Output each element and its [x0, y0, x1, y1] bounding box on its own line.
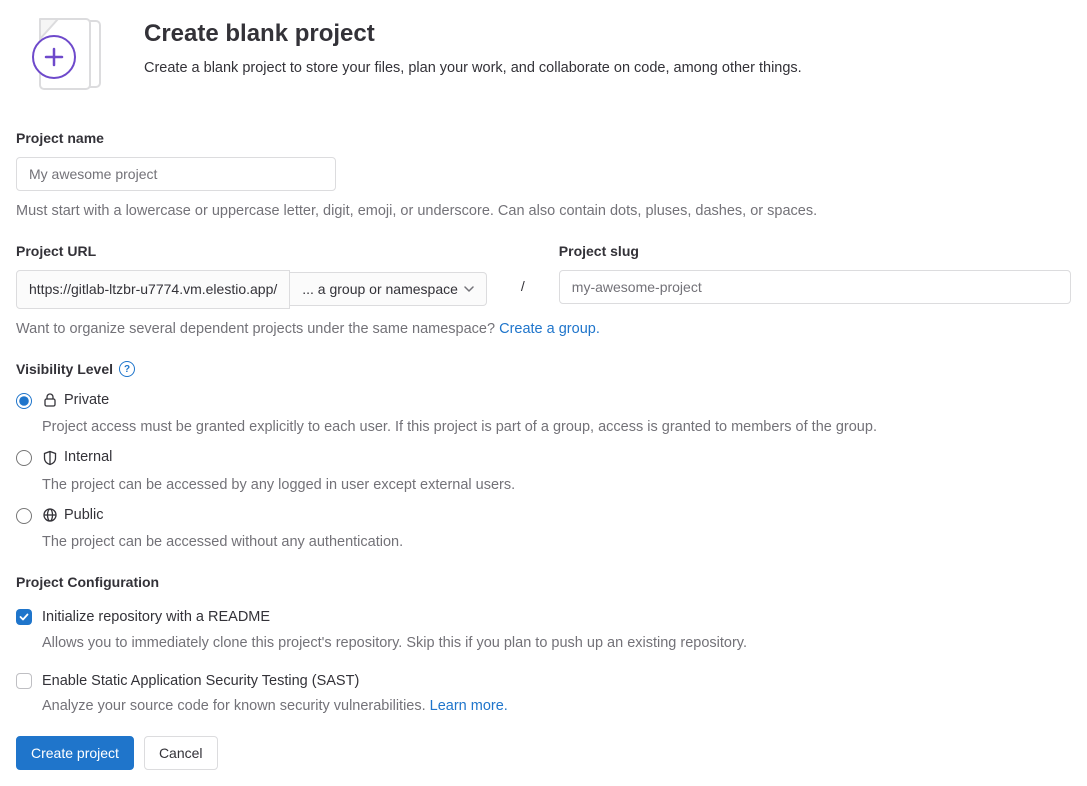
readme-checkbox[interactable]: [16, 609, 32, 625]
page-header: Create blank project Create a blank proj…: [16, 16, 1071, 98]
chevron-down-icon: [464, 284, 474, 294]
visibility-public-label: Public: [64, 505, 104, 527]
visibility-public-desc: The project can be accessed without any …: [42, 532, 1071, 554]
create-group-link[interactable]: Create a group.: [499, 321, 600, 337]
namespace-select[interactable]: ... a group or namespace: [290, 272, 487, 306]
project-slug-input[interactable]: [559, 270, 1071, 304]
url-slash: /: [511, 268, 535, 305]
check-icon: [19, 612, 29, 622]
project-name-hint: Must start with a lowercase or uppercase…: [16, 201, 1071, 223]
visibility-section: Visibility Level ? Private Project acces…: [16, 359, 1071, 555]
visibility-private-radio[interactable]: [16, 393, 32, 409]
visibility-private-desc: Project access must be granted explicitl…: [42, 417, 1071, 439]
readme-label: Initialize repository with a README: [42, 607, 270, 629]
create-project-button[interactable]: Create project: [16, 736, 134, 770]
blank-project-icon: [16, 16, 116, 98]
globe-icon: [42, 507, 58, 523]
project-url-section: Project URL https://gitlab-ltzbr-u7774.v…: [16, 241, 1071, 341]
project-name-section: Project name Must start with a lowercase…: [16, 128, 1071, 223]
project-url-prefix: https://gitlab-ltzbr-u7774.vm.elestio.ap…: [16, 270, 290, 309]
config-section: Project Configuration Initialize reposit…: [16, 572, 1071, 718]
visibility-internal-label: Internal: [64, 447, 112, 469]
config-label: Project Configuration: [16, 572, 1071, 593]
visibility-internal-desc: The project can be accessed by any logge…: [42, 475, 1071, 497]
visibility-internal-radio[interactable]: [16, 450, 32, 466]
help-icon[interactable]: ?: [119, 361, 135, 377]
organize-hint: Want to organize several dependent proje…: [16, 319, 1071, 341]
project-url-label: Project URL: [16, 241, 487, 262]
sast-label: Enable Static Application Security Testi…: [42, 671, 359, 693]
page-title: Create blank project: [144, 16, 802, 52]
namespace-select-label: ... a group or namespace: [302, 281, 458, 297]
sast-learn-more-link[interactable]: Learn more.: [430, 698, 508, 714]
project-slug-label: Project slug: [559, 241, 1071, 262]
page-subtitle: Create a blank project to store your fil…: [144, 58, 802, 80]
visibility-public-radio[interactable]: [16, 508, 32, 524]
visibility-private-label: Private: [64, 390, 109, 412]
readme-desc: Allows you to immediately clone this pro…: [42, 633, 1071, 655]
project-name-input[interactable]: [16, 157, 336, 191]
lock-icon: [42, 392, 58, 408]
sast-desc: Analyze your source code for known secur…: [42, 696, 1071, 718]
shield-icon: [42, 450, 58, 466]
visibility-label: Visibility Level: [16, 359, 113, 380]
action-buttons: Create project Cancel: [16, 736, 1071, 770]
cancel-button[interactable]: Cancel: [144, 736, 218, 770]
project-name-label: Project name: [16, 128, 1071, 149]
sast-checkbox[interactable]: [16, 673, 32, 689]
